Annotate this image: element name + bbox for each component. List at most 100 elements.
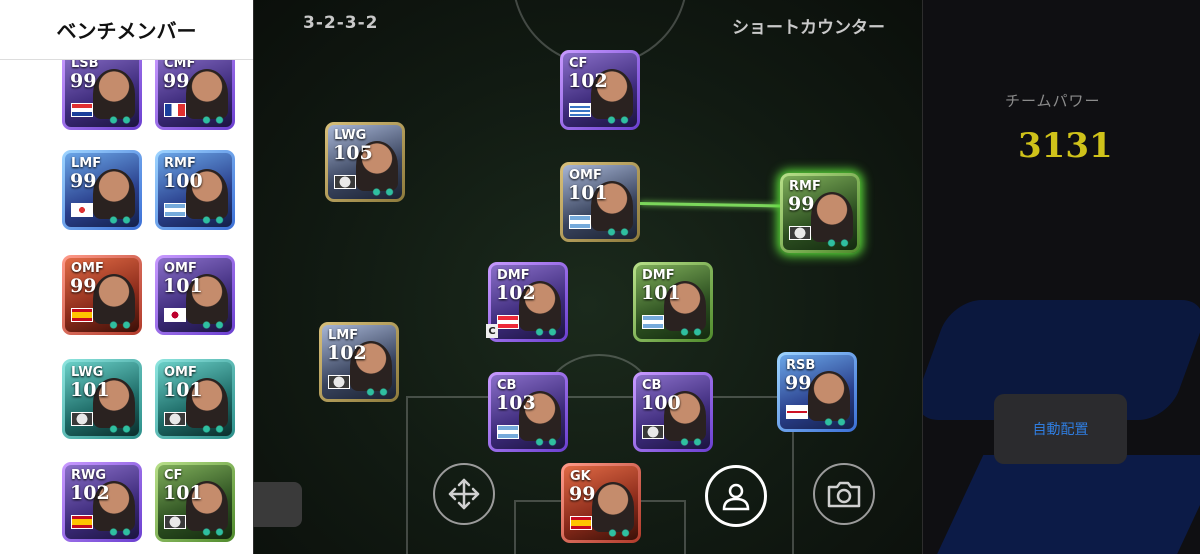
person-icon [722,483,750,511]
rating-value: 101 [163,275,203,297]
bench-player-card[interactable]: OMF 99 [62,255,142,335]
bench-title: ベンチメンバー [0,0,253,60]
flag-icon [71,308,93,322]
formation-label[interactable]: 3-2-3-2 [303,13,378,33]
flag-icon [164,412,186,426]
card-body: OMF 101 [158,258,232,332]
bench-player-card[interactable]: LSB 99 [62,50,142,130]
flag-icon [164,203,186,217]
bench-player-card[interactable]: LWG 101 [62,359,142,439]
position-label: OMF [164,261,197,276]
field-player-card[interactable]: CB 100 [633,372,713,452]
field-player-card[interactable]: DMF 102 C [486,262,568,342]
skill-dots-icon [200,528,226,536]
game-screen: 3-2-3-2 ショートカウンター CF 102 LWG 105 OMF 101 RMF 99… [0,0,1200,554]
skill-dots-icon [533,328,559,336]
bench-player-card[interactable]: LMF 99 [62,150,142,230]
player-portrait [93,69,135,119]
team-power-value: 3131 [1018,126,1113,166]
field-player-card[interactable]: RSB 99 [777,352,857,432]
position-label: OMF [71,261,104,276]
card-body: CF 102 [563,53,637,127]
rating-value: 102 [70,482,110,504]
bench-player-card[interactable]: RMF 100 [155,150,235,230]
rating-value: 100 [641,392,681,414]
skill-dots-icon [533,438,559,446]
skill-dots-icon [605,228,631,236]
skill-dots-icon [107,216,133,224]
bench-player-card[interactable]: OMF 101 [155,255,235,335]
field-player-card[interactable]: RMF 99 [780,173,860,253]
flag-icon [569,103,591,117]
card-body: OMF 101 [563,165,637,239]
flag-icon [570,516,592,530]
position-label: LWG [71,365,104,380]
player-portrait [93,274,135,324]
skill-dots-icon [200,321,226,329]
player-view-button[interactable] [705,465,767,527]
position-label: OMF [569,168,602,183]
bench-player-card[interactable]: CMF 99 [155,50,235,130]
skill-dots-icon [364,388,390,396]
player-portrait [93,169,135,219]
rating-value: 99 [788,193,815,215]
rating-value: 101 [641,282,681,304]
position-label: LMF [71,156,102,171]
skill-dots-icon [678,438,704,446]
player-portrait [592,482,634,532]
position-label: RSB [786,358,816,373]
flag-icon [334,175,356,189]
rating-value: 101 [568,182,608,204]
position-label: RMF [789,179,821,194]
card-body: CB 103 [491,375,565,449]
bench-player-card[interactable]: RWG 102 [62,462,142,542]
flag-icon [497,425,519,439]
rating-value: 102 [496,282,536,304]
rating-value: 99 [70,275,97,297]
field-player-card[interactable]: LWG 105 [325,122,405,202]
flag-icon [642,425,664,439]
tactic-label[interactable]: ショートカウンター [732,13,885,38]
flag-icon [71,203,93,217]
flag-icon [164,103,186,117]
skill-dots-icon [822,418,848,426]
field-player-card[interactable]: CF 102 [560,50,640,130]
card-body: CF 101 [158,465,232,539]
auto-arrange-button[interactable]: 自動配置 [994,394,1127,464]
bench-panel: ベンチメンバー LSB 99 CMF 99 LMF 99 RMF 100 OMF 99 OMF 101… [0,0,253,554]
card-body: OMF 101 [158,362,232,436]
rating-value: 99 [70,70,97,92]
card-body: CB 100 [636,375,710,449]
card-body: RMF 100 [158,153,232,227]
card-body: LMF 102 [322,325,396,399]
flag-icon [569,215,591,229]
player-portrait [186,69,228,119]
bench-player-card[interactable]: OMF 101 [155,359,235,439]
card-body: LWG 101 [65,362,139,436]
position-label: LMF [328,328,359,343]
rating-value: 101 [163,379,203,401]
position-label: CB [642,378,662,393]
card-body: GK 99 [564,466,638,540]
rating-value: 99 [163,70,190,92]
rating-value: 102 [568,70,608,92]
field-player-card[interactable]: GK 99 [561,463,641,543]
skill-dots-icon [200,425,226,433]
field-player-card[interactable]: CB 103 [488,372,568,452]
player-portrait [808,371,850,421]
skill-dots-icon [606,529,632,537]
field-player-card[interactable]: DMF 101 [633,262,713,342]
position-label: RMF [164,156,196,171]
bench-collapse-tab[interactable] [253,482,302,527]
card-body: DMF 102 [491,265,565,339]
flag-icon [328,375,350,389]
position-label: DMF [497,268,530,283]
rating-value: 100 [163,170,203,192]
position-label: GK [570,469,591,484]
camera-button[interactable] [813,463,875,525]
field-player-card[interactable]: OMF 101 [560,162,640,242]
skill-dots-icon [107,321,133,329]
move-button[interactable] [433,463,495,525]
bench-player-card[interactable]: CF 101 [155,462,235,542]
field-player-card[interactable]: LMF 102 [319,322,399,402]
